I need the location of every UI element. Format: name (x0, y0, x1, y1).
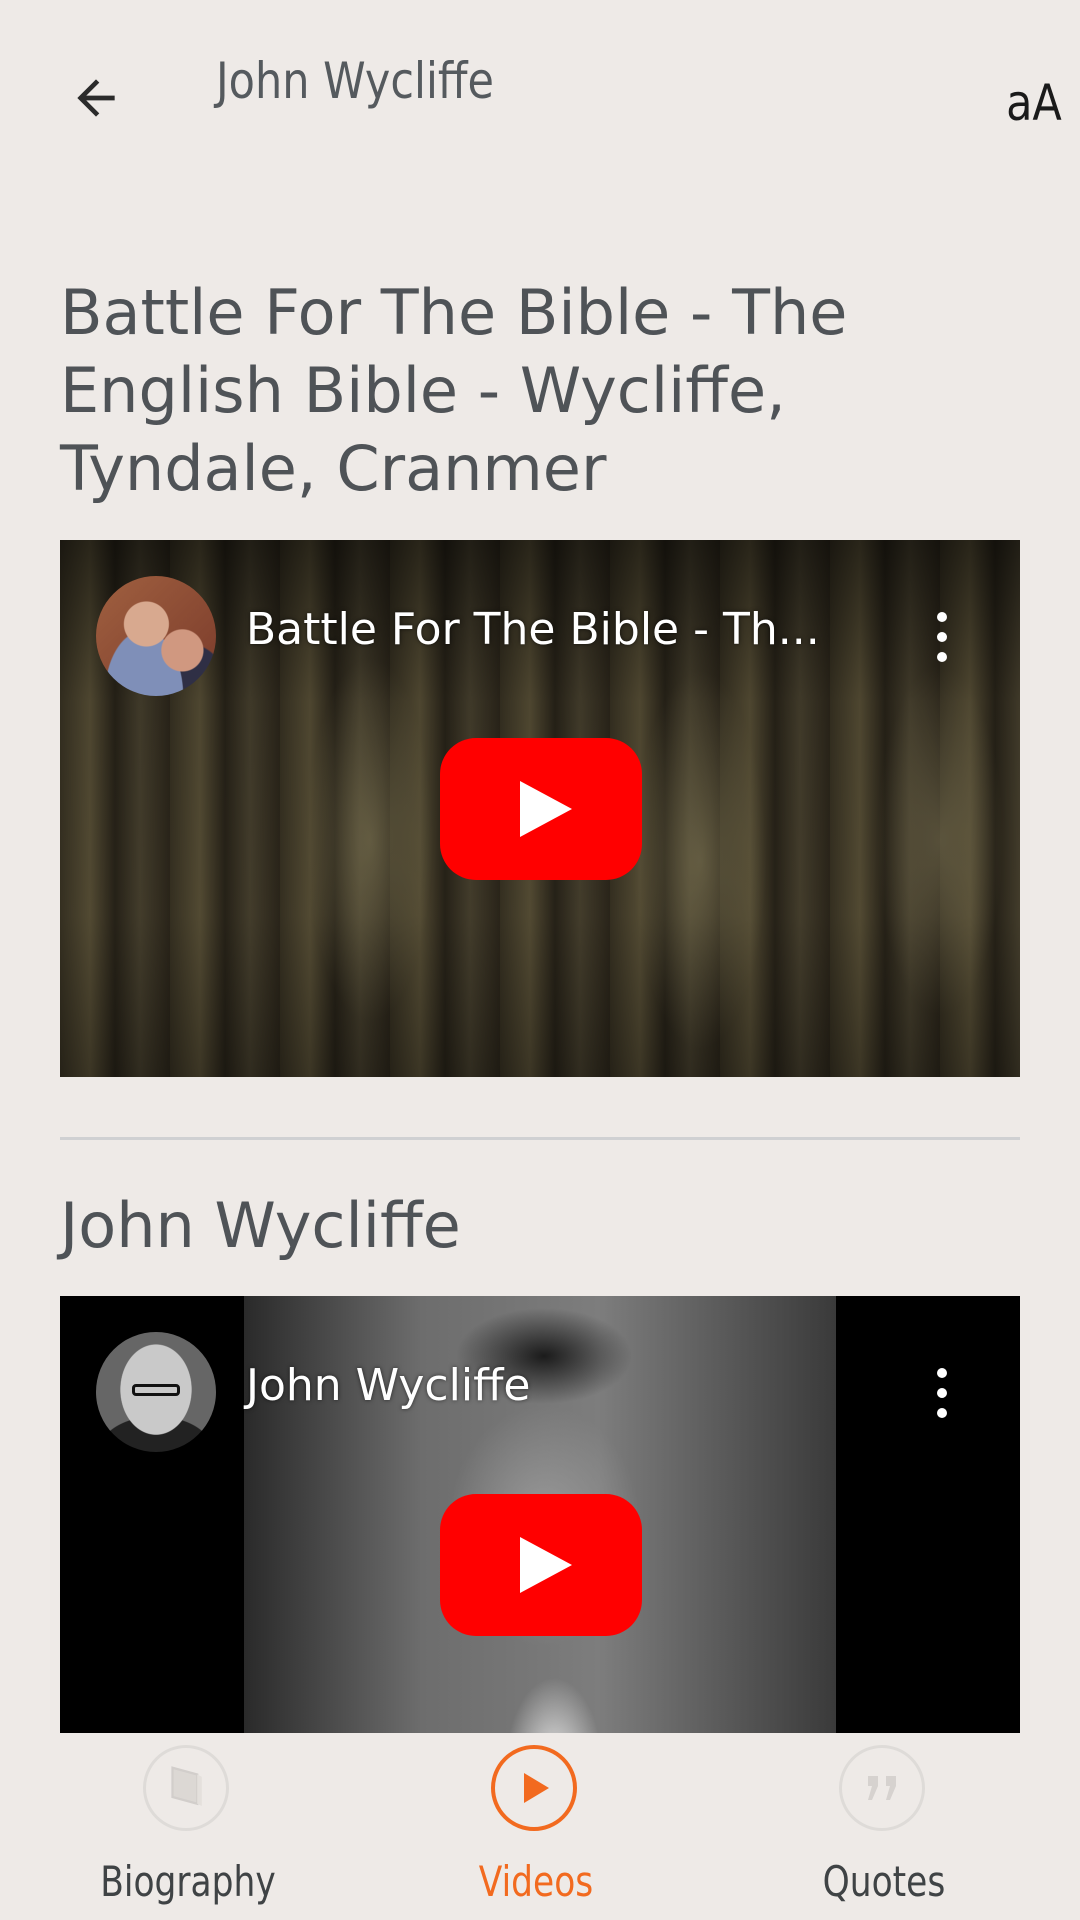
video-overlay-title[interactable]: Battle For The Bible - Th... (246, 604, 820, 655)
nav-label: Quotes (822, 1857, 946, 1906)
youtube-play-icon[interactable] (440, 1494, 642, 1636)
more-vertical-icon[interactable] (936, 1368, 948, 1418)
channel-avatar[interactable] (96, 576, 216, 696)
video-heading: Battle For The Bible - The English Bible… (60, 276, 848, 505)
youtube-play-icon[interactable] (440, 738, 642, 880)
divider (60, 1137, 1020, 1140)
videos-list[interactable]: Battle For The Bible - The English Bible… (0, 200, 1080, 1733)
nav-item-quotes[interactable]: Quotes (734, 1733, 1034, 1920)
nav-item-biography[interactable]: Biography (38, 1733, 338, 1920)
nav-label: Biography (100, 1857, 276, 1906)
nav-item-videos[interactable]: Videos (386, 1733, 686, 1920)
app-screen: John Wycliffe aA Battle For The Bible - … (0, 0, 1080, 1920)
channel-avatar[interactable] (96, 1332, 216, 1452)
video-player[interactable]: John Wycliffe (60, 1296, 1020, 1733)
back-button[interactable] (60, 62, 132, 134)
nav-label: Videos (478, 1857, 594, 1906)
top-app-bar: John Wycliffe aA (0, 0, 1080, 200)
bottom-navigation: Biography Videos Quotes (0, 1733, 1080, 1920)
text-size-button[interactable]: aA (1006, 74, 1062, 132)
book-icon (143, 1745, 229, 1831)
page-title: John Wycliffe (216, 52, 494, 110)
video-heading: John Wycliffe (60, 1189, 461, 1262)
video-player[interactable]: Battle For The Bible - Th... (60, 540, 1020, 1077)
play-icon (491, 1745, 577, 1831)
more-vertical-icon[interactable] (936, 612, 948, 662)
video-overlay-title[interactable]: John Wycliffe (246, 1360, 530, 1411)
quote-icon (839, 1745, 925, 1831)
arrow-left-icon (77, 79, 115, 117)
